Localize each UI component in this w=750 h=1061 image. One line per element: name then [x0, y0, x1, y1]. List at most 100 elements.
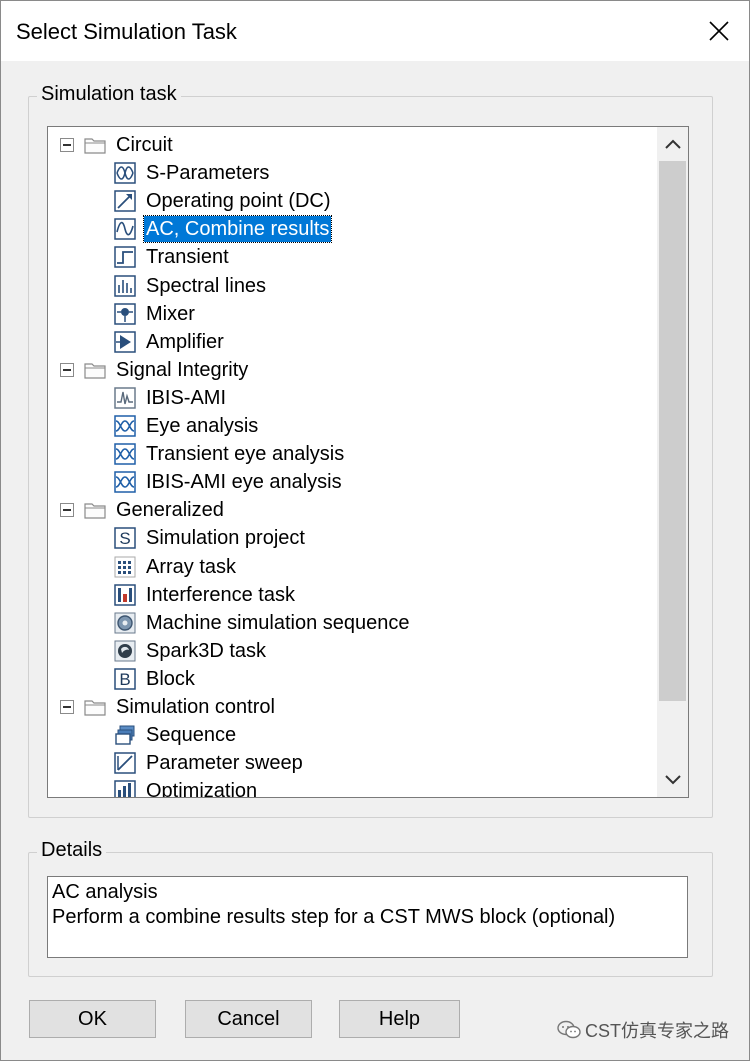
dialog-title: Select Simulation Task: [16, 19, 237, 44]
ac-icon: [114, 218, 136, 241]
tree-item[interactable]: B Block: [48, 665, 648, 693]
tree-item[interactable]: Spark3D task: [48, 637, 648, 665]
sweep-icon: [114, 752, 136, 774]
details-line-1: AC analysis: [52, 881, 158, 903]
tree-item-label: Transient: [146, 246, 229, 269]
spark3d-icon: [114, 640, 136, 662]
select-simulation-task-dialog: Select Simulation Task Simulation task C…: [0, 0, 750, 1061]
tree-group-label: Signal Integrity: [116, 358, 249, 381]
ok-button[interactable]: OK: [29, 1000, 156, 1038]
tree-group-2[interactable]: Generalized: [48, 496, 648, 524]
close-button[interactable]: [689, 1, 749, 61]
watermark-text: CST仿真专家之路: [585, 1021, 729, 1041]
machine-icon: [114, 612, 136, 634]
tree-item-label: Optimization: [146, 780, 258, 798]
close-icon: [709, 21, 729, 41]
dc-icon: [114, 190, 136, 212]
collapse-toggle[interactable]: [60, 503, 74, 518]
sequence-icon: [114, 724, 136, 746]
simulation-task-tree[interactable]: Circuit S-Parameters Operating point (DC) A…: [47, 126, 689, 798]
chevron-up-icon: [664, 139, 681, 149]
tree-item[interactable]: Eye analysis: [48, 412, 648, 440]
tree-item-label: Operating point (DC): [146, 190, 331, 213]
s-letter-icon: S: [114, 527, 136, 550]
watermark: CST仿真专家之路: [557, 1017, 729, 1043]
transient-icon: [114, 246, 136, 269]
eye-icon: [114, 471, 136, 493]
tree-item-label: IBIS-AMI eye analysis: [146, 471, 342, 494]
tree-item[interactable]: Optimization: [48, 777, 648, 798]
details-group-label: Details: [37, 839, 107, 862]
folder-icon: [84, 361, 106, 379]
tree-item[interactable]: S-Parameters: [48, 159, 648, 187]
tree-item[interactable]: Transient eye analysis: [48, 440, 648, 468]
tree-item-label: AC, Combine results: [142, 215, 333, 244]
mixer-icon: [114, 302, 136, 325]
tree-item[interactable]: Array task: [48, 553, 648, 581]
tree-scrollbar[interactable]: [657, 127, 688, 797]
tree-item-label: Parameter sweep: [146, 752, 303, 775]
tree-item[interactable]: Spectral lines: [48, 272, 648, 300]
tree-group-3[interactable]: Simulation control: [48, 693, 648, 721]
wechat-icon: [557, 1020, 581, 1039]
tree-item[interactable]: IBIS-AMI eye analysis: [48, 468, 648, 496]
tree-item[interactable]: Transient: [48, 243, 648, 271]
tree-item[interactable]: Interference task: [48, 581, 648, 609]
tree-item[interactable]: Parameter sweep: [48, 749, 648, 777]
collapse-toggle[interactable]: [60, 362, 74, 377]
tree-item-label: S-Parameters: [146, 162, 270, 185]
details-line-2: Perform a combine results step for a CST…: [52, 906, 616, 928]
collapse-toggle[interactable]: [60, 700, 74, 714]
eye-icon: [114, 415, 136, 437]
details-text-box: AC analysis Perform a combine results st…: [47, 876, 688, 958]
collapse-toggle[interactable]: [60, 138, 74, 152]
ibis-ami-icon: [114, 387, 136, 409]
tree-group-label: Circuit: [116, 134, 173, 156]
spectral-icon: [114, 274, 136, 297]
tree-item[interactable]: Mixer: [48, 300, 648, 328]
tree-item[interactable]: Machine simulation sequence: [48, 609, 648, 637]
tree-item-label: Array task: [146, 555, 237, 578]
tree-item-label: Block: [146, 667, 195, 690]
tree-item-label: Mixer: [146, 302, 195, 325]
help-button[interactable]: Help: [339, 1000, 460, 1038]
tree-item-label: Transient eye analysis: [146, 443, 345, 466]
optimization-icon: [114, 780, 136, 797]
tree-item[interactable]: Operating point (DC): [48, 187, 648, 215]
cancel-button[interactable]: Cancel: [185, 1000, 312, 1038]
tree-item-label: Spark3D task: [146, 639, 267, 662]
tree-item[interactable]: Sequence: [48, 721, 648, 749]
tree-item-label: Amplifier: [146, 330, 224, 353]
tree-item-label: Interference task: [146, 583, 295, 606]
title-bar: Select Simulation Task: [1, 1, 749, 61]
tree-item-label: Sequence: [146, 724, 237, 747]
svg-text:B: B: [119, 670, 130, 689]
tree-item[interactable]: AC, Combine results: [48, 215, 648, 244]
tree-item-label: Simulation project: [146, 527, 305, 550]
tree-item[interactable]: Amplifier: [48, 328, 648, 356]
tree-group-1[interactable]: Signal Integrity: [48, 356, 648, 384]
simulation-task-group-label: Simulation task: [37, 83, 181, 106]
interference-icon: [114, 583, 136, 606]
svg-text:S: S: [119, 529, 130, 548]
folder-icon: [84, 501, 106, 519]
b-letter-icon: B: [114, 668, 136, 690]
amplifier-icon: [114, 330, 136, 353]
chevron-down-icon: [664, 775, 681, 785]
tree-item-label: Spectral lines: [146, 274, 267, 297]
scroll-up-button[interactable]: [657, 127, 688, 161]
tree-group-label: Generalized: [116, 499, 224, 522]
scroll-thumb[interactable]: [659, 161, 686, 701]
tree-item-label: Machine simulation sequence: [146, 611, 410, 634]
tree-item-label: IBIS-AMI: [146, 386, 227, 409]
tree-item[interactable]: IBIS-AMI: [48, 384, 648, 412]
tree-item[interactable]: S Simulation project: [48, 524, 648, 552]
sparam-icon: [114, 162, 136, 184]
tree-item-label: Eye analysis: [146, 415, 259, 437]
array-icon: [114, 556, 136, 578]
tree-group-0[interactable]: Circuit: [48, 131, 648, 159]
eye-icon: [114, 443, 136, 465]
folder-icon: [84, 698, 106, 716]
scroll-down-button[interactable]: [657, 763, 688, 797]
folder-icon: [84, 136, 106, 154]
